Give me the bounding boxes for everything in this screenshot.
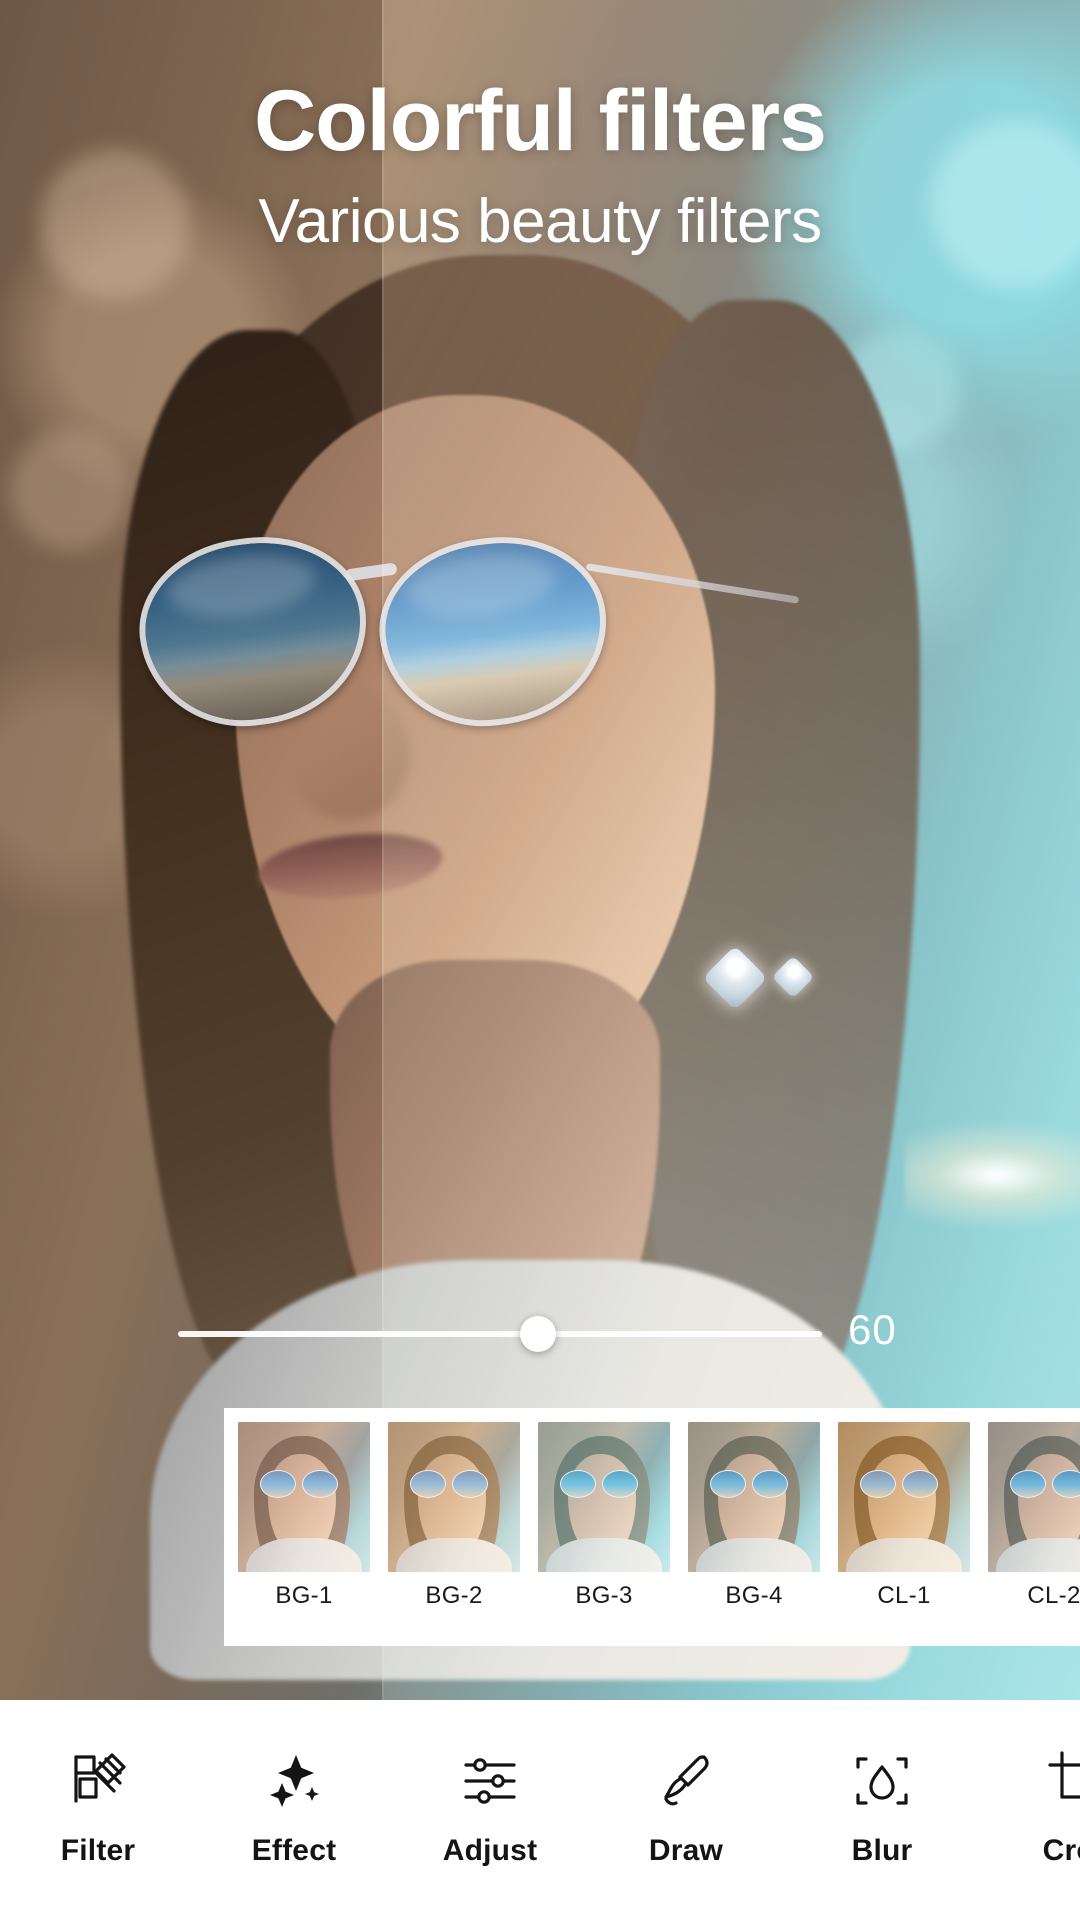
toolbar-item-label: Blur <box>851 1834 913 1867</box>
thumb-tint <box>838 1422 970 1572</box>
filter-item-label: BG-1 <box>275 1582 333 1609</box>
slider-thumb[interactable] <box>520 1316 556 1352</box>
promo-subtitle: Various beauty filters <box>258 187 822 256</box>
filter-item[interactable]: BG-2 <box>388 1422 520 1610</box>
filter-thumbnail[interactable] <box>238 1422 370 1572</box>
left-lens <box>129 524 378 739</box>
lens-flare <box>905 1120 1080 1230</box>
filter-list[interactable]: BG-1 BG-2 BG-3 BG-4 CL-1 CL-2 <box>238 1422 1080 1610</box>
toolbar-item-label: Draw <box>648 1834 724 1867</box>
filter-item[interactable]: CL-2 <box>988 1422 1080 1610</box>
filter-thumbnail[interactable] <box>388 1422 520 1572</box>
toolbar-item-draw[interactable]: Draw <box>588 1742 784 1868</box>
right-lens <box>369 524 618 739</box>
sliders-icon[interactable] <box>392 1742 588 1820</box>
filter-item-label: BG-3 <box>575 1582 633 1609</box>
promo-title: Colorful filters <box>254 73 827 169</box>
filter-item[interactable]: BG-3 <box>538 1422 670 1610</box>
thumb-tint <box>388 1422 520 1572</box>
toolbar-item-label: Effect <box>251 1834 337 1867</box>
filter-item[interactable]: BG-4 <box>688 1422 820 1610</box>
filter-carousel[interactable]: BG-1 BG-2 BG-3 BG-4 CL-1 CL-2 <box>224 1408 1080 1646</box>
bottom-toolbar: Filter Effect Adjust Draw Blur Crop <box>0 1700 1080 1920</box>
slider-value-label: 60 <box>848 1306 897 1353</box>
filter-item[interactable]: CL-1 <box>838 1422 970 1610</box>
brush-icon[interactable] <box>588 1742 784 1820</box>
filter-item-label: BG-2 <box>425 1582 483 1609</box>
toolbar-item-crop[interactable]: Crop <box>980 1742 1080 1868</box>
app-screen: Colorful filters Various beauty filters … <box>0 0 1080 1920</box>
filter-thumbnail[interactable] <box>988 1422 1080 1572</box>
toolbar-item-adjust[interactable]: Adjust <box>392 1742 588 1868</box>
toolbar-item-label: Crop <box>1042 1834 1080 1867</box>
filter-thumbnail[interactable] <box>538 1422 670 1572</box>
promo-headings: Colorful filters Various beauty filters <box>0 78 1080 257</box>
filter-item-label: CL-2 <box>1027 1582 1080 1609</box>
glasses-temple <box>585 563 800 604</box>
thumb-tint <box>688 1422 820 1572</box>
sparkle-icon[interactable] <box>196 1742 392 1820</box>
filter-icon[interactable] <box>0 1742 196 1820</box>
blur-droplet-icon[interactable] <box>784 1742 980 1820</box>
filter-item[interactable]: BG-1 <box>238 1422 370 1610</box>
toolbar-items: Filter Effect Adjust Draw Blur Crop <box>0 1742 1080 1868</box>
slider-track[interactable] <box>178 1331 822 1337</box>
filter-thumbnail[interactable] <box>838 1422 970 1572</box>
filter-item-label: BG-4 <box>725 1582 783 1609</box>
sunglasses <box>129 520 830 739</box>
toolbar-item-filter[interactable]: Filter <box>0 1742 196 1868</box>
toolbar-item-label: Filter <box>60 1834 136 1867</box>
toolbar-item-blur[interactable]: Blur <box>784 1742 980 1868</box>
intensity-slider[interactable]: 60 <box>0 1300 1080 1370</box>
filter-thumbnail[interactable] <box>688 1422 820 1572</box>
thumb-tint <box>988 1422 1080 1572</box>
toolbar-item-label: Adjust <box>442 1834 538 1867</box>
thumb-tint <box>538 1422 670 1572</box>
toolbar-item-effect[interactable]: Effect <box>196 1742 392 1868</box>
thumb-tint <box>238 1422 370 1572</box>
crop-icon[interactable] <box>980 1742 1080 1820</box>
filter-item-label: CL-1 <box>877 1582 931 1609</box>
